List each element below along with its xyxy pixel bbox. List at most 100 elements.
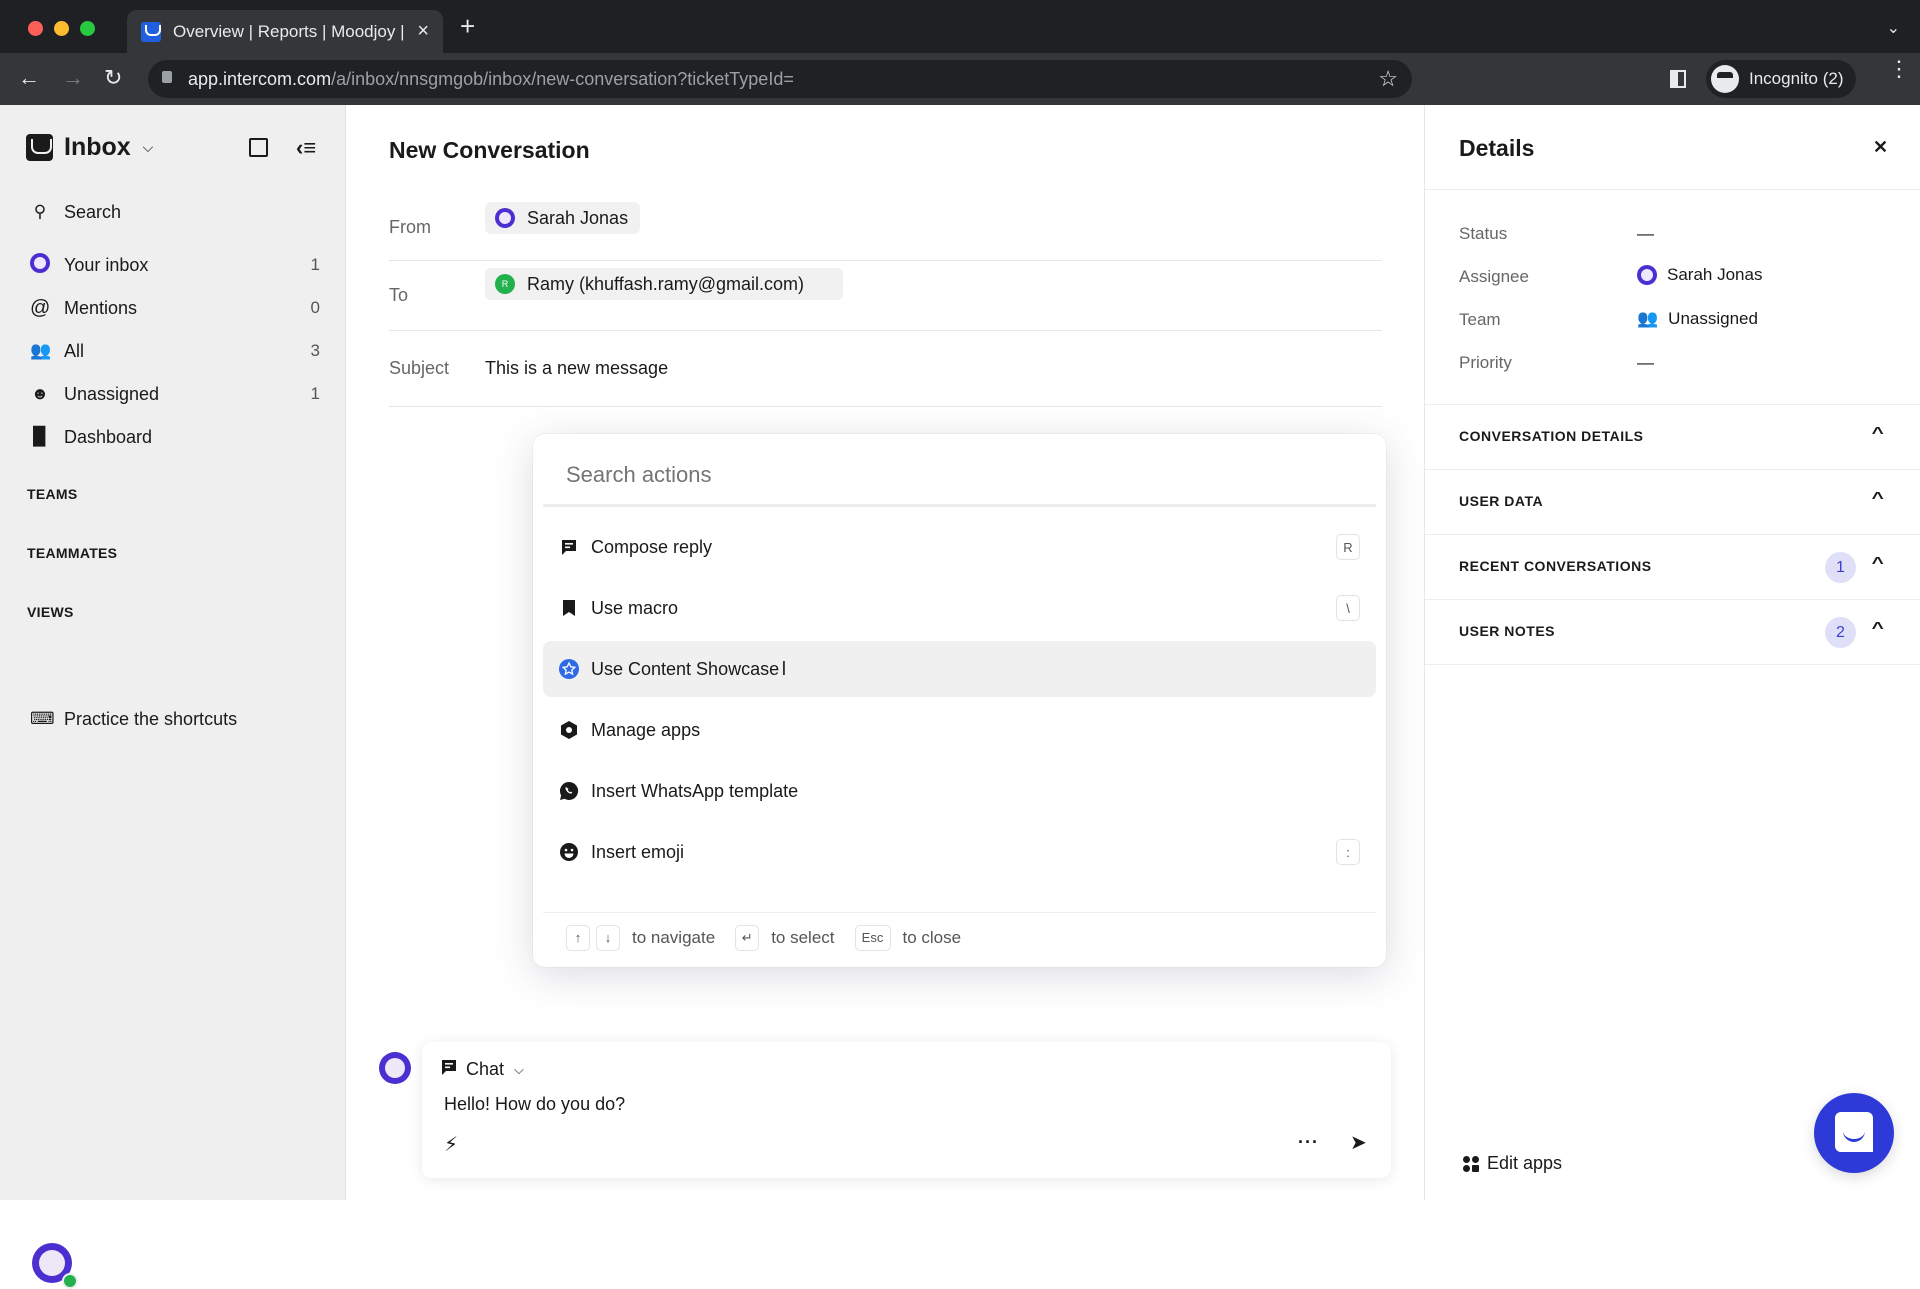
details-title: Details (1459, 135, 1535, 161)
select-hint: to select (771, 927, 835, 947)
address-bar[interactable]: app.intercom.com/a/inbox/nnsgmgob/inbox/… (148, 60, 1412, 98)
collapse-sidebar-icon[interactable]: ‹≡ (296, 135, 316, 161)
tab-search-chevron-icon[interactable]: ⌄ (1887, 18, 1900, 38)
sidebar-item-mentions[interactable]: @ Mentions 0 (30, 290, 320, 326)
status-label: Status (1459, 224, 1508, 243)
from-chip[interactable]: Sarah Jonas (485, 202, 641, 234)
chevron-up-icon: ^ (1871, 620, 1884, 637)
incognito-icon (1711, 65, 1739, 93)
channel-type-dropdown[interactable]: Chat ⌵ (440, 1058, 524, 1081)
more-options-icon[interactable]: ··· (1298, 1132, 1319, 1153)
sidebar-item-label: Search (64, 201, 122, 222)
lightning-icon[interactable]: ⚡︎ (444, 1132, 458, 1157)
profile-label: Incognito (2) (1749, 69, 1844, 88)
section-label: CONVERSATION DETAILS (1459, 428, 1644, 444)
sidebar-item-label: Unassigned (64, 383, 160, 404)
minimize-window-button[interactable] (54, 21, 69, 36)
subject-row[interactable]: Subject This is a new message (389, 331, 1382, 407)
edit-apps-button[interactable]: Edit apps (1463, 1153, 1562, 1174)
sidebar-item-count: 3 (310, 341, 320, 360)
section-label: USER DATA (1459, 493, 1544, 509)
side-panel-icon[interactable] (1670, 70, 1686, 88)
divider (543, 504, 1376, 507)
page-title: New Conversation (389, 137, 590, 163)
sidebar-item-your-inbox[interactable]: Your inbox 1 (30, 247, 320, 283)
sender-avatar (495, 208, 515, 228)
chevron-up-icon: ^ (1871, 490, 1884, 507)
palette-footer: ↑ ↓ to navigate ↵ to select Esc to close (543, 912, 1376, 962)
sidebar-section-teammates[interactable]: TEAMMATES (27, 545, 117, 561)
browser-toolbar: ← → ↻ app.intercom.com/a/inbox/nnsgmgob/… (0, 53, 1920, 105)
maximize-window-button[interactable] (80, 21, 95, 36)
bookmark-star-icon[interactable]: ☆ (1378, 66, 1398, 92)
to-row: To R Ramy (khuffash.ramy@gmail.com) (389, 261, 1382, 331)
browser-tab[interactable]: Overview | Reports | Moodjoy | × (127, 10, 443, 53)
action-label: Manage apps (591, 719, 701, 740)
whatsapp-icon (559, 781, 579, 801)
count-badge: 1 (1825, 552, 1856, 583)
action-label: Insert WhatsApp template (591, 780, 799, 801)
action-use-macro[interactable]: Use macro \ (543, 580, 1376, 636)
compose-reply-icon (559, 537, 579, 557)
section-recent-conversations[interactable]: RECENT CONVERSATIONS 1 ^ (1425, 535, 1920, 600)
intercom-favicon-icon (141, 21, 161, 42)
search-actions-input[interactable] (566, 462, 1346, 488)
people-icon: 👥 (30, 341, 52, 360)
sidebar-section-teams[interactable]: TEAMS (27, 486, 78, 502)
forward-arrow-icon[interactable]: → (62, 65, 84, 91)
new-tab-button[interactable]: + (460, 13, 475, 39)
tab-title: Overview | Reports | Moodjoy | (173, 21, 405, 41)
sidebar-item-all[interactable]: 👥 All 3 (30, 333, 320, 369)
divider (1425, 189, 1920, 190)
lock-icon (162, 71, 172, 83)
assignee-value[interactable]: Sarah Jonas (1637, 265, 1762, 285)
action-use-content-showcase[interactable]: Use Content Showcase I (543, 641, 1376, 697)
section-user-data[interactable]: USER DATA ^ (1425, 470, 1920, 535)
section-conversation-details[interactable]: CONVERSATION DETAILS ^ (1425, 405, 1920, 470)
action-compose-reply[interactable]: Compose reply R (543, 519, 1376, 575)
action-manage-apps[interactable]: Manage apps (543, 702, 1376, 758)
close-window-button[interactable] (28, 21, 43, 36)
sidebar-section-views[interactable]: VIEWS (27, 604, 74, 620)
current-user-avatar[interactable] (32, 1243, 78, 1289)
sidebar-item-unassigned[interactable]: ☻ Unassigned 1 (30, 376, 320, 412)
status-value[interactable]: — (1637, 224, 1654, 244)
assignee-name: Sarah Jonas (1667, 265, 1763, 284)
team-value[interactable]: 👥 Unassigned (1637, 309, 1758, 329)
from-label: From (389, 217, 431, 237)
priority-label: Priority (1459, 353, 1512, 372)
action-label: Use Content Showcase (591, 658, 780, 679)
compose-icon[interactable] (249, 138, 268, 157)
back-arrow-icon[interactable]: ← (18, 65, 40, 91)
from-value: Sarah Jonas (527, 207, 629, 228)
priority-value[interactable]: — (1637, 353, 1654, 373)
sidebar-item-count: 0 (310, 298, 320, 317)
browser-menu-icon[interactable]: ⋮ (1888, 58, 1910, 80)
inbox-switcher[interactable]: Inbox ⌵ (26, 133, 153, 162)
message-input[interactable]: Hello! How do you do? (444, 1094, 625, 1115)
practice-shortcuts-link[interactable]: ⌨ Practice the shortcuts (30, 701, 320, 737)
to-chip[interactable]: R Ramy (khuffash.ramy@gmail.com) (485, 268, 843, 300)
action-insert-whatsapp-template[interactable]: Insert WhatsApp template (543, 763, 1376, 819)
send-icon[interactable]: ➤ (1350, 1130, 1367, 1155)
composer-avatar (379, 1052, 411, 1084)
enter-key-icon: ↵ (735, 924, 760, 951)
team-name: Unassigned (1668, 309, 1758, 328)
chevron-down-icon: ⌵ (142, 139, 154, 155)
action-label: Use macro (591, 597, 679, 618)
incognito-profile-button[interactable]: Incognito (2) (1706, 60, 1856, 98)
close-tab-icon[interactable]: × (417, 20, 429, 43)
messenger-launcher-button[interactable] (1814, 1093, 1894, 1173)
edit-apps-label: Edit apps (1487, 1153, 1563, 1173)
subject-input[interactable]: This is a new message (485, 358, 668, 379)
inbox-sidebar: Inbox ⌵ ‹≡ ⚲ Search Your inbox 1 @ Menti… (0, 105, 346, 1289)
reload-icon[interactable]: ↻ (104, 65, 122, 91)
chevron-down-icon: ⌵ (514, 1061, 524, 1077)
sidebar-search[interactable]: ⚲ Search (30, 194, 320, 230)
assignee-avatar (1637, 265, 1657, 285)
shortcut-key: R (1336, 534, 1360, 560)
close-icon[interactable]: ✕ (1873, 137, 1888, 158)
action-insert-emoji[interactable]: Insert emoji : (543, 824, 1376, 880)
section-user-notes[interactable]: USER NOTES 2 ^ (1425, 600, 1920, 665)
sidebar-item-dashboard[interactable]: ▉ Dashboard (30, 419, 320, 455)
